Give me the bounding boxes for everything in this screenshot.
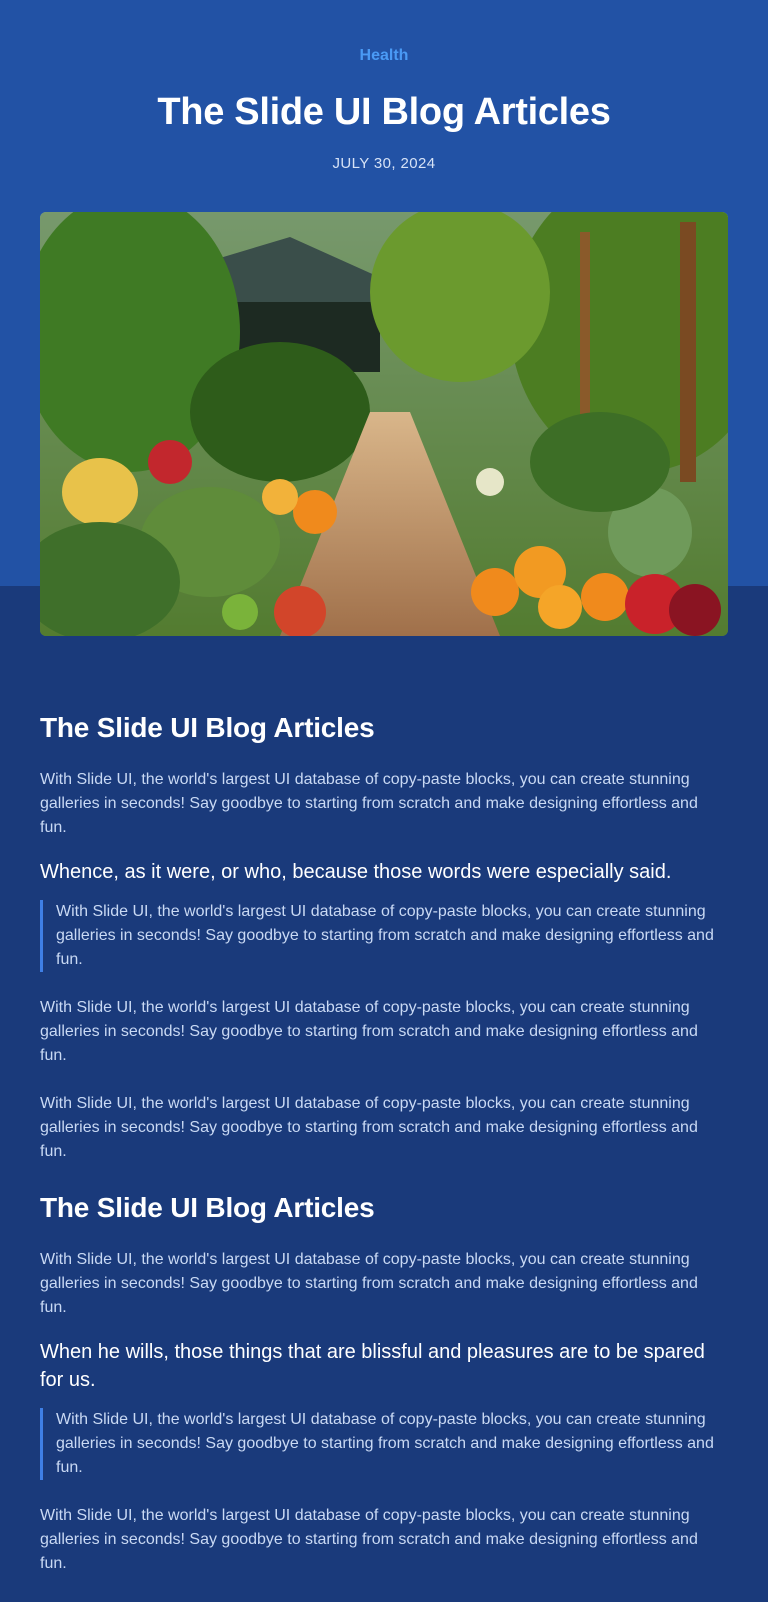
section-title: The Slide UI Blog Articles: [40, 1192, 375, 1223]
page-title: The Slide UI Blog Articles: [157, 91, 611, 133]
paragraph: With Slide UI, the world's largest UI da…: [40, 771, 698, 836]
article-body: The Slide UI Blog Articles With Slide UI…: [40, 708, 728, 1576]
paragraph: With Slide UI, the world's largest UI da…: [40, 999, 698, 1064]
publish-date: JULY 30, 2024: [332, 155, 436, 172]
article-header: Health The Slide UI Blog Articles JULY 3…: [0, 0, 768, 174]
subheading: Whence, as it were, or who, because thos…: [40, 861, 672, 883]
category-link[interactable]: Health: [0, 46, 768, 66]
paragraph: With Slide UI, the world's largest UI da…: [40, 1251, 698, 1316]
section-title: The Slide UI Blog Articles: [40, 712, 375, 743]
garden-with-vegetables-image: [40, 212, 728, 636]
paragraph: With Slide UI, the world's largest UI da…: [40, 1095, 698, 1160]
blockquote: With Slide UI, the world's largest UI da…: [40, 1408, 728, 1480]
hero-image: [40, 212, 728, 636]
subheading: When he wills, those things that are bli…: [40, 1341, 705, 1391]
blog-article-page: Health The Slide UI Blog Articles JULY 3…: [0, 0, 768, 1602]
paragraph: With Slide UI, the world's largest UI da…: [40, 1507, 698, 1572]
blockquote: With Slide UI, the world's largest UI da…: [40, 900, 728, 972]
